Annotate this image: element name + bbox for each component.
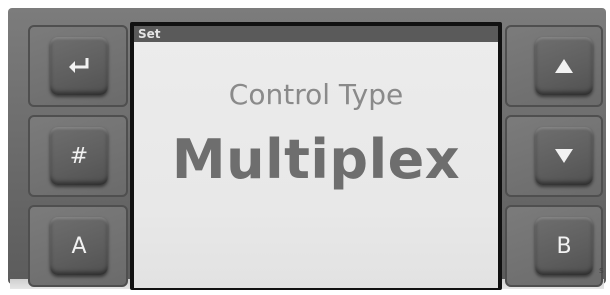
setting-value: Multiplex <box>171 128 461 191</box>
a-button-label: A <box>71 233 87 259</box>
a-button[interactable]: A <box>50 217 108 275</box>
right-key-cell-2 <box>505 115 603 197</box>
b-button-label: B <box>556 233 572 259</box>
enter-button[interactable] <box>50 37 108 95</box>
control-panel: # A B Set Control Type Multiplex s <box>0 0 610 295</box>
down-button[interactable] <box>535 127 593 185</box>
left-key-cell-2: # <box>28 115 128 197</box>
b-button[interactable]: B <box>535 217 593 275</box>
triangle-up-icon <box>555 59 573 73</box>
left-key-cell-3: A <box>28 205 128 287</box>
triangle-down-icon <box>555 149 573 163</box>
right-key-cell-3: B <box>505 205 603 287</box>
edge-mark: s <box>599 266 604 276</box>
lcd-header-label: Set <box>138 27 161 41</box>
up-button[interactable] <box>535 37 593 95</box>
lcd-header-bar <box>134 26 498 42</box>
hash-button-label: # <box>69 143 89 169</box>
left-key-cell-1 <box>28 25 128 107</box>
right-key-cell-1 <box>505 25 603 107</box>
setting-title: Control Type <box>228 78 404 111</box>
enter-arrow-icon <box>69 58 89 73</box>
hash-button[interactable]: # <box>50 127 108 185</box>
